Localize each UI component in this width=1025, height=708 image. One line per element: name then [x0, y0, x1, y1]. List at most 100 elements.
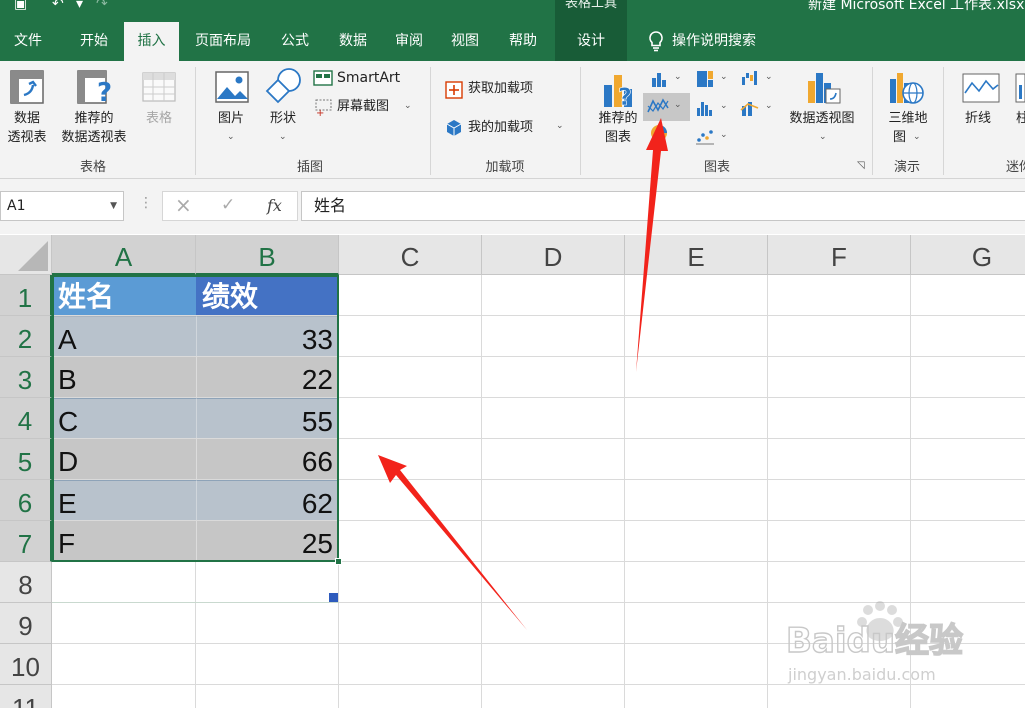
formula-bar-grip-icon[interactable]: ⋮ [139, 195, 153, 211]
tab-insert[interactable]: 插入 [124, 22, 179, 61]
3d-map-dropdown-icon[interactable]: ⌄ [913, 132, 921, 142]
column-header-a[interactable]: A [52, 235, 196, 275]
screenshot-dropdown-icon[interactable]: ⌄ [404, 101, 412, 111]
column-header-d[interactable]: D [482, 235, 625, 275]
watermark-brand: Baidu经验 [786, 621, 963, 661]
row-header-1[interactable]: 1 [0, 275, 52, 316]
screenshot-label[interactable]: 屏幕截图 [337, 98, 389, 116]
column-chart-icon[interactable] [649, 69, 669, 89]
get-addins-label[interactable]: 获取加载项 [468, 80, 533, 98]
pictures-label[interactable]: 图片 [210, 110, 252, 128]
tab-home[interactable]: 开始 [66, 22, 122, 61]
recommended-charts-icon[interactable]: ? [600, 69, 640, 109]
sparkline-column-label[interactable]: 柱 [1016, 110, 1025, 128]
table-label: 表格 [145, 111, 172, 126]
sparkline-line-icon[interactable] [962, 73, 1000, 103]
tab-review[interactable]: 审阅 [384, 22, 434, 61]
pictures-dropdown-icon[interactable]: ⌄ [227, 132, 235, 142]
recommended-charts-label-2[interactable]: 图表 [596, 129, 640, 147]
tab-design[interactable]: 设计 [555, 22, 627, 61]
tab-help[interactable]: 帮助 [498, 22, 548, 61]
smartart-label[interactable]: SmartArt [337, 69, 400, 87]
row-header-8[interactable]: 8 [0, 562, 52, 603]
pictures-icon[interactable] [214, 69, 250, 105]
my-addins-label[interactable]: 我的加载项 [468, 119, 533, 137]
statistic-chart-dropdown-icon[interactable]: ⌄ [720, 101, 728, 111]
column-chart-dropdown-icon[interactable]: ⌄ [674, 72, 682, 82]
pivot-table-label-1[interactable]: 数据 [4, 110, 50, 128]
pivot-table-label-2[interactable]: 透视表 [0, 129, 54, 147]
store-icon[interactable] [444, 80, 464, 100]
tab-data[interactable]: 数据 [328, 22, 378, 61]
recommended-pivot-label-2[interactable]: 数据透视表 [54, 129, 134, 147]
pivot-table-icon[interactable] [9, 69, 45, 105]
row-header-11[interactable]: 11 [0, 685, 52, 708]
shapes-label[interactable]: 形状 [262, 110, 304, 128]
column-header-e[interactable]: E [625, 235, 768, 275]
line-chart-dropdown-icon[interactable]: ⌄ [674, 100, 682, 110]
quick-analysis-button[interactable] [329, 593, 338, 602]
shapes-icon[interactable] [263, 67, 303, 107]
tab-formulas[interactable]: 公式 [270, 22, 320, 61]
screenshot-icon[interactable]: + [314, 98, 334, 116]
line-chart-icon[interactable] [647, 96, 669, 116]
pivot-chart-label[interactable]: 数据透视图 [782, 110, 862, 128]
sparkline-line-label[interactable]: 折线 [965, 110, 991, 128]
row-header-9[interactable]: 9 [0, 603, 52, 644]
select-all-triangle-icon [18, 241, 48, 271]
formula-input[interactable]: 姓名 [301, 191, 1025, 221]
column-header-c[interactable]: C [339, 235, 482, 275]
waterfall-chart-icon[interactable] [740, 69, 760, 89]
waterfall-chart-dropdown-icon[interactable]: ⌄ [765, 72, 773, 82]
tell-me-search[interactable]: 操作说明搜索 [672, 22, 776, 61]
row-header-3[interactable]: 3 [0, 357, 52, 398]
row-header-4[interactable]: 4 [0, 398, 52, 439]
row-header-6[interactable]: 6 [0, 480, 52, 521]
hierarchy-chart-icon[interactable] [695, 69, 715, 89]
undo-icon[interactable]: ↶ [52, 0, 64, 12]
column-header-b[interactable]: B [196, 235, 339, 275]
tab-page-layout[interactable]: 页面布局 [186, 22, 260, 61]
pie-chart-icon[interactable] [649, 123, 669, 143]
row-header-2[interactable]: 2 [0, 316, 52, 357]
qa-dropdown-icon[interactable]: ▾ [76, 0, 83, 12]
fill-handle[interactable] [335, 558, 342, 565]
combo-chart-icon[interactable] [740, 98, 760, 118]
pivot-chart-icon[interactable] [806, 69, 842, 107]
shapes-dropdown-icon[interactable]: ⌄ [279, 132, 287, 142]
tab-view[interactable]: 视图 [440, 22, 490, 61]
row-header-7[interactable]: 7 [0, 521, 52, 562]
cancel-icon[interactable]: × [175, 193, 192, 217]
row-header-5[interactable]: 5 [0, 439, 52, 480]
select-all-button[interactable] [0, 235, 52, 275]
3d-map-icon[interactable] [888, 69, 926, 107]
smartart-icon[interactable] [313, 70, 333, 86]
hierarchy-chart-dropdown-icon[interactable]: ⌄ [720, 72, 728, 82]
scatter-chart-icon[interactable] [695, 127, 715, 145]
row-header-10[interactable]: 10 [0, 644, 52, 685]
enter-icon[interactable]: ✓ [221, 195, 235, 215]
insert-function-icon[interactable]: fx [267, 196, 282, 215]
group-separator [430, 67, 431, 175]
pivot-chart-dropdown-icon[interactable]: ⌄ [819, 132, 827, 142]
column-header-f[interactable]: F [768, 235, 911, 275]
charts-dialog-launcher-icon[interactable]: ◹ [857, 160, 865, 171]
statistic-chart-icon[interactable] [695, 98, 715, 118]
my-addins-dropdown-icon[interactable]: ⌄ [556, 121, 564, 131]
my-addins-icon[interactable] [444, 118, 464, 138]
column-header-g[interactable]: G [911, 235, 1025, 275]
name-box[interactable]: A1 ▼ [0, 191, 124, 221]
save-icon[interactable]: ▣ [14, 0, 27, 12]
scatter-chart-dropdown-icon[interactable]: ⌄ [720, 130, 728, 140]
3d-map-label-1[interactable]: 三维地 [880, 110, 936, 128]
redo-icon[interactable]: ↷ [96, 0, 108, 12]
recommended-pivot-label-1[interactable]: 推荐的 [66, 110, 122, 128]
recommended-charts-label-1[interactable]: 推荐的 [590, 110, 646, 128]
combo-chart-dropdown-icon[interactable]: ⌄ [765, 101, 773, 111]
tab-file[interactable]: 文件 [0, 22, 56, 61]
name-box-dropdown-icon[interactable]: ▼ [110, 192, 117, 220]
group-label-tables: 表格 [79, 160, 106, 175]
sparkline-column-icon[interactable] [1015, 73, 1025, 103]
recommended-pivot-icon[interactable]: ? [76, 69, 116, 107]
3d-map-label-2[interactable]: 图 [893, 129, 906, 147]
